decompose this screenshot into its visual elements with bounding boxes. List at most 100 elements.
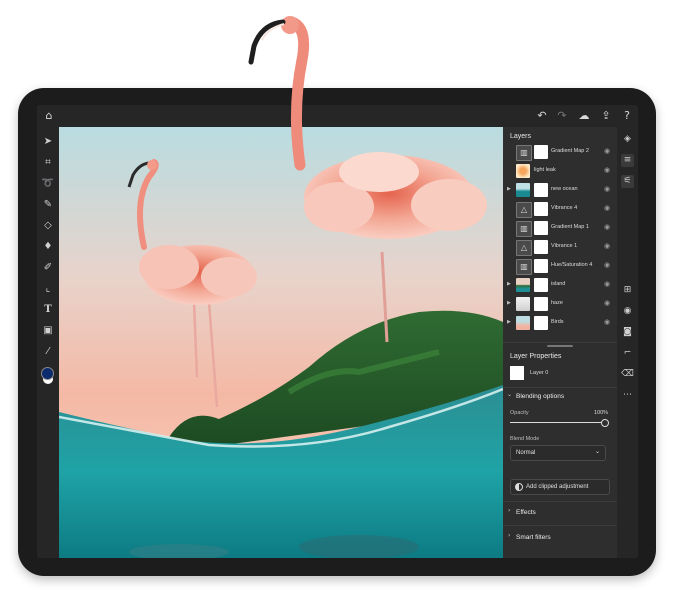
lasso-tool-icon[interactable]: ➰: [41, 177, 55, 191]
layer-thumbnail: △: [516, 240, 532, 256]
layer-mask-thumbnail: [534, 145, 548, 159]
blend-mode-select[interactable]: Normal ⌄: [510, 445, 606, 461]
layer-name: Layer 0: [530, 370, 549, 376]
layers-panel: Layers ▥ Gradient Map 2 ◉ light leak ◉ ▶ new o…: [503, 127, 617, 558]
layer-row[interactable]: light leak ◉: [505, 163, 615, 180]
eraser-icon[interactable]: ⌫: [621, 368, 634, 381]
brush-tool-icon[interactable]: ✎: [41, 198, 55, 212]
smart-filters-section[interactable]: Smart filters: [516, 534, 551, 541]
foreground-color: [41, 367, 54, 380]
eye-icon[interactable]: ◉: [604, 185, 610, 193]
layer-mask-thumbnail: [534, 278, 548, 292]
clip-icon[interactable]: ⌐: [621, 347, 634, 360]
chevron-down-icon: ⌄: [594, 448, 600, 455]
transform-tool-icon[interactable]: ⌗: [41, 156, 55, 170]
layer-thumbnail: ▥: [516, 145, 532, 161]
divider: [503, 387, 617, 388]
help-icon[interactable]: ?: [620, 109, 634, 123]
chevron-right-icon[interactable]: ›: [508, 532, 510, 539]
healing-tool-icon[interactable]: ✐: [41, 261, 55, 275]
layers-title: Layers: [510, 133, 532, 140]
more-options-icon[interactable]: ⋯: [621, 389, 634, 402]
layer-mask-thumbnail: [534, 183, 548, 197]
expand-arrow-icon[interactable]: ▶: [507, 186, 511, 192]
layer-mask-thumbnail: [534, 297, 548, 311]
add-layer-icon[interactable]: ⊞: [621, 284, 634, 297]
expand-arrow-icon[interactable]: ▶: [507, 281, 511, 287]
tools-bar: ➤ ⌗ ➰ ✎ ◇ ♦ ✐ ⌞ T ▣ ⁄: [37, 127, 59, 558]
eye-icon[interactable]: ◉: [604, 299, 610, 307]
opacity-label: Opacity: [510, 410, 529, 416]
eye-icon[interactable]: ◉: [604, 242, 610, 250]
eye-icon[interactable]: ◉: [604, 318, 610, 326]
layer-row[interactable]: △ Vibrance 1 ◉: [505, 239, 615, 256]
move-tool-icon[interactable]: ➤: [41, 135, 55, 149]
place-image-icon[interactable]: ▣: [41, 324, 55, 338]
chevron-down-icon[interactable]: ⌄: [507, 391, 512, 398]
opacity-value: 100%: [594, 410, 609, 416]
panel-handle[interactable]: [547, 345, 573, 347]
layer-row[interactable]: ▥ Hue/Saturation 4 ◉: [505, 258, 615, 275]
layer-row[interactable]: ▶ island ◉: [505, 277, 615, 294]
layer-name: Gradient Map 2: [551, 148, 589, 154]
layer-properties-title: Layer Properties: [510, 353, 562, 360]
cloud-icon[interactable]: ☁: [577, 109, 591, 123]
expand-arrow-icon[interactable]: ▶: [507, 300, 511, 306]
crop-tool-icon[interactable]: ⌞: [41, 282, 55, 296]
blending-options-title[interactable]: Blending options: [516, 393, 564, 400]
mask-icon[interactable]: ◙: [621, 326, 634, 339]
eye-icon[interactable]: ◉: [604, 147, 610, 155]
layer-name: Birds: [551, 319, 564, 325]
layer-thumbnail: △: [516, 202, 532, 218]
expand-arrow-icon[interactable]: ▶: [507, 319, 511, 325]
share-icon[interactable]: ⇪: [599, 109, 613, 123]
eyedropper-tool-icon[interactable]: ⁄: [41, 345, 55, 359]
layer-thumbnail: [516, 164, 530, 178]
redo-icon[interactable]: ↷: [555, 109, 569, 123]
opacity-slider-handle[interactable]: [601, 419, 609, 427]
layer-row[interactable]: ▶ new ocean ◉: [505, 182, 615, 199]
layer-name: light leak: [534, 167, 556, 173]
layer-thumbnail: [510, 366, 524, 380]
fill-tool-icon[interactable]: ♦: [41, 240, 55, 254]
opacity-fill: [510, 422, 604, 423]
visibility-icon[interactable]: ◉: [621, 305, 634, 318]
eye-icon[interactable]: ◉: [604, 204, 610, 212]
layer-row[interactable]: ▥ Gradient Map 1 ◉: [505, 220, 615, 237]
canvas-image[interactable]: [59, 127, 503, 558]
add-clipped-adjustment-button[interactable]: Add clipped adjustment: [510, 479, 610, 495]
layer-row[interactable]: △ Vibrance 4 ◉: [505, 201, 615, 218]
layer-name: Gradient Map 1: [551, 224, 589, 230]
eye-icon[interactable]: ◉: [604, 280, 610, 288]
blend-mode-value: Normal: [516, 450, 536, 456]
adjust-settings-icon[interactable]: ⚟: [621, 175, 634, 188]
layer-row[interactable]: ▥ Gradient Map 2 ◉: [505, 144, 615, 161]
layer-properties-icon[interactable]: ≡: [621, 154, 634, 167]
layer-row[interactable]: ▶ haze ◉: [505, 296, 615, 313]
layer-name: new ocean: [551, 186, 578, 192]
eye-icon[interactable]: ◉: [604, 166, 610, 174]
divider: [503, 501, 617, 502]
color-swatch[interactable]: [41, 367, 55, 385]
layer-thumbnail: ▥: [516, 259, 532, 275]
top-toolbar: ⌂ ↶ ↷ ☁ ⇪ ?: [37, 105, 638, 127]
eye-icon[interactable]: ◉: [604, 261, 610, 269]
eraser-tool-icon[interactable]: ◇: [41, 219, 55, 233]
layer-mask-thumbnail: [534, 316, 548, 330]
layer-thumbnail: ▥: [516, 221, 532, 237]
opacity-slider[interactable]: [510, 419, 610, 427]
layer-row[interactable]: ▶ Birds ◉: [505, 315, 615, 332]
type-tool-icon[interactable]: T: [41, 303, 55, 317]
blend-mode-label: Blend Mode: [510, 436, 540, 442]
layer-thumbnail: [516, 316, 530, 330]
layer-mask-thumbnail: [534, 259, 548, 273]
undo-icon[interactable]: ↶: [535, 109, 549, 123]
layer-thumbnail: [516, 297, 530, 311]
home-icon[interactable]: ⌂: [42, 109, 56, 123]
eye-icon[interactable]: ◉: [604, 223, 610, 231]
app-screen: ⌂ ↶ ↷ ☁ ⇪ ? ➤ ⌗ ➰ ✎ ◇ ♦ ✐ ⌞ T ▣ ⁄ Layers…: [37, 105, 638, 558]
layer-mask-thumbnail: [534, 240, 548, 254]
effects-section[interactable]: Effects: [516, 509, 536, 516]
layers-stack-icon[interactable]: ◈: [621, 133, 634, 146]
chevron-right-icon[interactable]: ›: [508, 507, 510, 514]
